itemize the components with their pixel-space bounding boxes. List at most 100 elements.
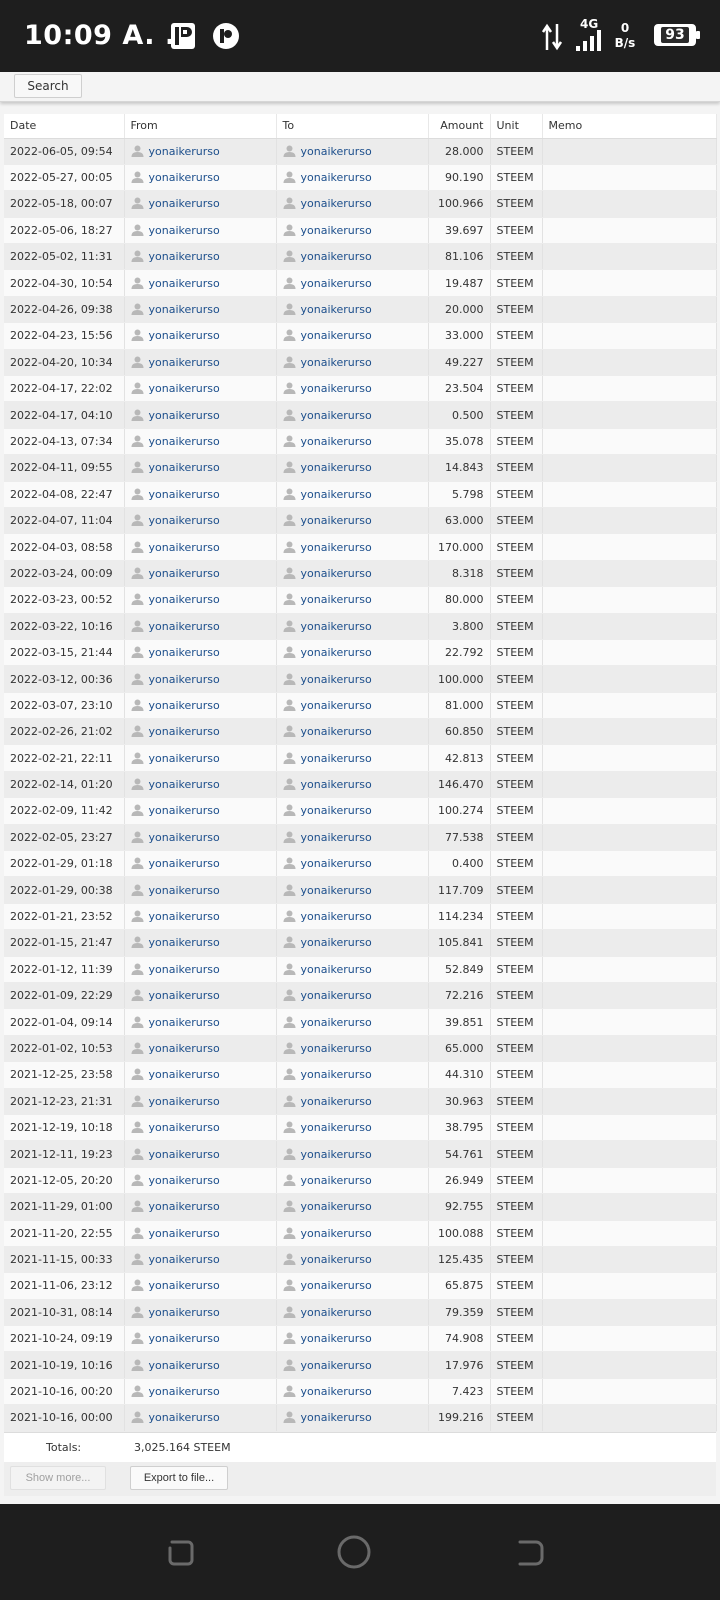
cell-to[interactable]: yonaikerurso (276, 824, 429, 852)
account-link[interactable]: yonaikerurso (301, 1253, 372, 1266)
account-link[interactable]: yonaikerurso (301, 1227, 372, 1240)
account-link[interactable]: yonaikerurso (149, 145, 220, 158)
column-header-date[interactable]: Date (4, 114, 125, 139)
cell-from[interactable]: yonaikerurso (124, 1404, 277, 1432)
back-icon[interactable] (512, 1534, 548, 1570)
recent-apps-icon[interactable] (162, 1534, 198, 1570)
cell-to[interactable]: yonaikerurso (276, 797, 429, 825)
cell-from[interactable]: yonaikerurso (124, 639, 277, 667)
account-link[interactable]: yonaikerurso (301, 804, 372, 817)
cell-from[interactable]: yonaikerurso (124, 1378, 277, 1406)
account-link[interactable]: yonaikerurso (149, 778, 220, 791)
account-link[interactable]: yonaikerurso (149, 567, 220, 580)
account-link[interactable]: yonaikerurso (149, 435, 220, 448)
account-link[interactable]: yonaikerurso (301, 356, 372, 369)
account-link[interactable]: yonaikerurso (301, 382, 372, 395)
cell-to[interactable]: yonaikerurso (276, 586, 429, 614)
cell-from[interactable]: yonaikerurso (124, 481, 277, 508)
cell-to[interactable]: yonaikerurso (276, 533, 429, 561)
cell-from[interactable]: yonaikerurso (124, 850, 277, 878)
cell-from[interactable]: yonaikerurso (124, 428, 277, 456)
cell-to[interactable]: yonaikerurso (276, 190, 429, 218)
account-link[interactable]: yonaikerurso (301, 778, 372, 791)
account-link[interactable]: yonaikerurso (301, 171, 372, 184)
account-link[interactable]: yonaikerurso (301, 1068, 372, 1081)
cell-from[interactable]: yonaikerurso (124, 560, 277, 588)
cell-from[interactable]: yonaikerurso (124, 1272, 277, 1300)
cell-from[interactable]: yonaikerurso (124, 797, 277, 825)
cell-from[interactable]: yonaikerurso (124, 665, 277, 693)
account-link[interactable]: yonaikerurso (301, 1306, 372, 1319)
cell-to[interactable]: yonaikerurso (276, 771, 429, 799)
column-header-memo[interactable]: Memo (542, 114, 717, 139)
cell-from[interactable]: yonaikerurso (124, 1008, 277, 1036)
cell-to[interactable]: yonaikerurso (276, 507, 429, 535)
cell-from[interactable]: yonaikerurso (124, 956, 277, 984)
account-link[interactable]: yonaikerurso (149, 277, 220, 290)
cell-to[interactable]: yonaikerurso (276, 296, 429, 324)
cell-to[interactable]: yonaikerurso (276, 639, 429, 667)
cell-to[interactable]: yonaikerurso (276, 903, 429, 931)
cell-from[interactable]: yonaikerurso (124, 929, 277, 957)
cell-to[interactable]: yonaikerurso (276, 454, 429, 482)
cell-to[interactable]: yonaikerurso (276, 428, 429, 456)
cell-to[interactable]: yonaikerurso (276, 665, 429, 693)
cell-to[interactable]: yonaikerurso (276, 718, 429, 746)
cell-to[interactable]: yonaikerurso (276, 1351, 429, 1379)
account-link[interactable]: yonaikerurso (301, 673, 372, 686)
cell-to[interactable]: yonaikerurso (276, 1167, 429, 1195)
account-link[interactable]: yonaikerurso (301, 197, 372, 210)
account-link[interactable]: yonaikerurso (301, 725, 372, 738)
cell-to[interactable]: yonaikerurso (276, 692, 429, 720)
cell-from[interactable]: yonaikerurso (124, 375, 277, 403)
account-link[interactable]: yonaikerurso (149, 541, 220, 554)
cell-to[interactable]: yonaikerurso (276, 613, 429, 640)
account-link[interactable]: yonaikerurso (301, 1016, 372, 1029)
cell-to[interactable]: yonaikerurso (276, 164, 429, 192)
account-link[interactable]: yonaikerurso (149, 197, 220, 210)
account-link[interactable]: yonaikerurso (301, 620, 372, 633)
account-link[interactable]: yonaikerurso (301, 303, 372, 316)
account-link[interactable]: yonaikerurso (301, 250, 372, 263)
cell-to[interactable]: yonaikerurso (276, 1193, 429, 1221)
account-link[interactable]: yonaikerurso (149, 963, 220, 976)
account-link[interactable]: yonaikerurso (301, 1385, 372, 1398)
account-link[interactable]: yonaikerurso (149, 831, 220, 844)
cell-to[interactable]: yonaikerurso (276, 481, 429, 508)
cell-from[interactable]: yonaikerurso (124, 269, 277, 297)
cell-from[interactable]: yonaikerurso (124, 771, 277, 799)
account-link[interactable]: yonaikerurso (301, 514, 372, 527)
column-header-unit[interactable]: Unit (490, 114, 543, 139)
account-link[interactable]: yonaikerurso (301, 224, 372, 237)
account-link[interactable]: yonaikerurso (149, 646, 220, 659)
show-more-button[interactable]: Show more... (10, 1465, 106, 1490)
cell-from[interactable]: yonaikerurso (124, 1299, 277, 1327)
cell-to[interactable]: yonaikerurso (276, 929, 429, 957)
cell-from[interactable]: yonaikerurso (124, 1325, 277, 1353)
cell-from[interactable]: yonaikerurso (124, 903, 277, 931)
cell-to[interactable]: yonaikerurso (276, 322, 429, 350)
account-link[interactable]: yonaikerurso (149, 1279, 220, 1292)
export-button[interactable]: Export to file... (130, 1465, 228, 1490)
cell-to[interactable]: yonaikerurso (276, 1404, 429, 1432)
account-link[interactable]: yonaikerurso (301, 1121, 372, 1134)
account-link[interactable]: yonaikerurso (301, 488, 372, 501)
cell-to[interactable]: yonaikerurso (276, 1378, 429, 1406)
cell-from[interactable]: yonaikerurso (124, 190, 277, 218)
cell-to[interactable]: yonaikerurso (276, 1114, 429, 1142)
cell-from[interactable]: yonaikerurso (124, 1061, 277, 1089)
account-link[interactable]: yonaikerurso (301, 646, 372, 659)
cell-to[interactable]: yonaikerurso (276, 956, 429, 984)
account-link[interactable]: yonaikerurso (149, 1121, 220, 1134)
account-link[interactable]: yonaikerurso (301, 1042, 372, 1055)
account-link[interactable]: yonaikerurso (149, 989, 220, 1002)
account-link[interactable]: yonaikerurso (149, 1068, 220, 1081)
account-link[interactable]: yonaikerurso (301, 699, 372, 712)
cell-to[interactable]: yonaikerurso (276, 1246, 429, 1274)
cell-to[interactable]: yonaikerurso (276, 375, 429, 403)
account-link[interactable]: yonaikerurso (301, 567, 372, 580)
cell-from[interactable]: yonaikerurso (124, 876, 277, 904)
account-link[interactable]: yonaikerurso (301, 435, 372, 448)
account-link[interactable]: yonaikerurso (301, 1359, 372, 1372)
cell-to[interactable]: yonaikerurso (276, 560, 429, 588)
